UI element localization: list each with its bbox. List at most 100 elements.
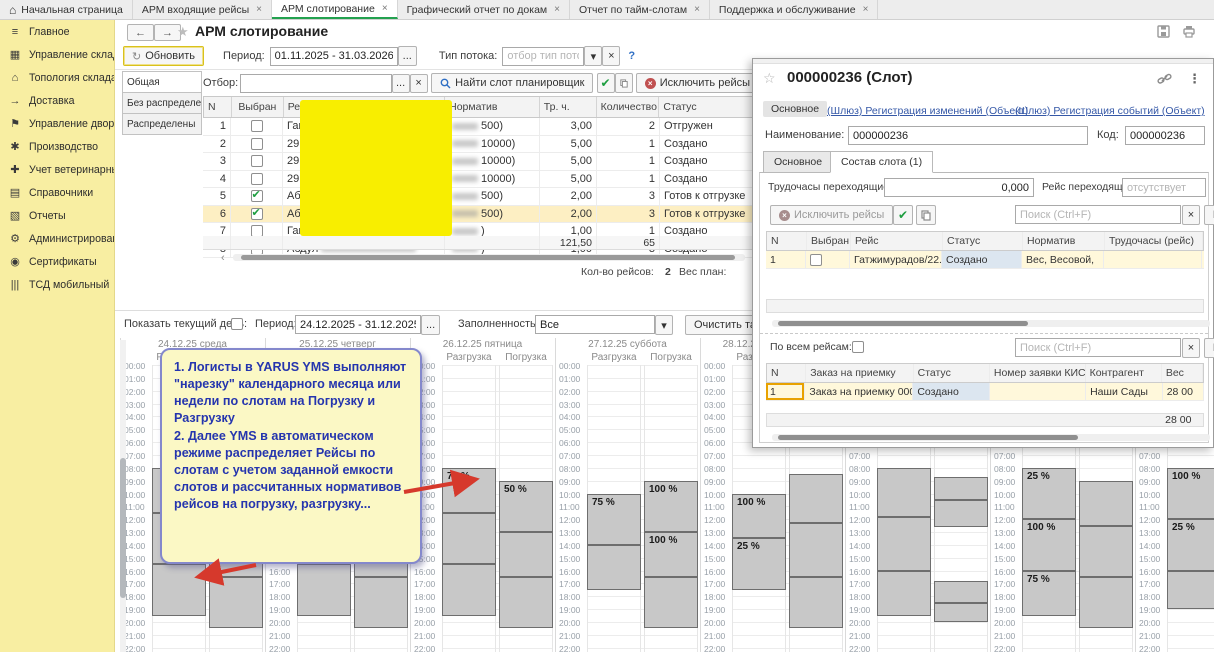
time-slot-block[interactable]: 100 % (732, 494, 786, 539)
time-slot-block[interactable] (934, 477, 988, 500)
window-tab-4[interactable]: Отчет по тайм-слотам× (570, 0, 710, 19)
time-slot-block[interactable] (499, 577, 553, 628)
row-checkbox[interactable] (810, 254, 822, 266)
time-slot-block[interactable]: 100 % (1022, 519, 1076, 570)
time-slot-block[interactable]: 75 % (1022, 571, 1076, 616)
sidebar-item-11[interactable]: |||ТСД мобильный (0, 273, 114, 296)
scroll-left-icon[interactable]: ‹ (221, 252, 225, 264)
trips-hscrollbar[interactable]: ‹ (233, 254, 745, 261)
sidebar-item-6[interactable]: ✚Учет ветеринарный (0, 158, 114, 181)
panel-clear-flags-button[interactable] (916, 205, 936, 225)
show-today-checkbox[interactable] (231, 318, 243, 330)
time-slot-block[interactable] (1167, 571, 1214, 610)
time-slot-block[interactable] (789, 474, 843, 523)
fill-dropdown[interactable]: ▾ (655, 315, 673, 335)
time-slot-block[interactable]: 100 % (1167, 468, 1214, 519)
period-picker-button[interactable]: ... (398, 46, 417, 66)
table-row[interactable]: 429.0110000)5,001Создано (203, 171, 759, 189)
sidebar-item-8[interactable]: ▧Отчеты (0, 204, 114, 227)
table-row[interactable]: 329.0110000)5,001Создано (203, 153, 759, 171)
panel-trips-hscrollbar[interactable] (772, 320, 1210, 327)
sidebar-item-0[interactable]: ≡Главное (0, 20, 114, 43)
panel-tab-main[interactable]: Основное (763, 151, 833, 173)
time-slot-block[interactable]: 75 % (587, 494, 641, 545)
time-slot-block[interactable] (442, 513, 496, 564)
filter-tab-2[interactable]: Распределены (122, 113, 202, 135)
time-slot-block[interactable] (644, 577, 698, 628)
time-slot-block[interactable]: 75 % (442, 468, 496, 513)
table-row[interactable]: 229.0110000)5,001Создано (203, 136, 759, 154)
time-slot-block[interactable] (209, 577, 263, 628)
panel-nav-events-link[interactable]: (Шлюз) Регистрация событий (Объект) (1015, 105, 1205, 117)
window-tab-1[interactable]: АРМ входящие рейсы× (133, 0, 272, 19)
time-slot-block[interactable] (877, 517, 931, 571)
panel-nav-changes-link[interactable]: (Шлюз) Регистрация изменений (Объект) (827, 105, 1028, 117)
row-checkbox[interactable] (251, 173, 263, 185)
sidebar-item-5[interactable]: ✱Производство (0, 135, 114, 158)
panel-trips-search-clear[interactable]: × (1182, 205, 1200, 225)
exclude-trips-button[interactable]: ×Исключить рейсы (636, 73, 759, 93)
tab-close-icon[interactable]: × (554, 4, 560, 15)
flow-clear-button[interactable]: × (602, 46, 620, 66)
filter-input[interactable] (240, 74, 392, 93)
time-slot-block[interactable] (442, 564, 496, 615)
sidebar-item-10[interactable]: ◉Сертификаты (0, 250, 114, 273)
help-link[interactable]: ? (628, 50, 635, 62)
find-slot-button[interactable]: Найти слот планировщик (431, 73, 593, 93)
period-input[interactable] (270, 47, 398, 66)
timeline-period-picker[interactable]: ... (421, 315, 440, 335)
panel-orders-search-clear[interactable]: × (1182, 338, 1200, 358)
window-tab-3[interactable]: Графический отчет по докам× (398, 0, 570, 19)
filter-clear-button[interactable]: × (410, 74, 428, 93)
code-input[interactable] (1125, 126, 1205, 145)
set-flags-button[interactable]: ✔ (597, 73, 615, 93)
panel-trips-more-button[interactable]: Еще (1204, 205, 1214, 225)
print-icon[interactable] (1182, 25, 1196, 38)
panel-exclude-trips-button[interactable]: ×Исключить рейсы (770, 205, 893, 225)
time-slot-block[interactable] (152, 564, 206, 615)
row-checkbox[interactable] (251, 120, 263, 132)
time-slot-block[interactable] (877, 571, 931, 616)
window-tab-0[interactable]: ⌂Начальная страница (0, 0, 133, 19)
panel-orders-more-button[interactable]: Еще (1204, 338, 1214, 358)
time-slot-block[interactable] (934, 581, 988, 603)
time-slot-block[interactable] (934, 500, 988, 527)
fill-select[interactable] (535, 315, 655, 334)
timeline-period-input[interactable] (295, 315, 421, 334)
sidebar-item-4[interactable]: ⚑Управление двором (0, 112, 114, 135)
window-tab-5[interactable]: Поддержка и обслуживание× (710, 0, 879, 19)
window-tab-2[interactable]: АРМ слотирование× (272, 0, 398, 19)
row-checkbox[interactable] (251, 155, 263, 167)
row-checkbox[interactable] (251, 190, 263, 202)
time-slot-block[interactable] (789, 523, 843, 577)
table-row[interactable]: 1Гатжимурадов/22...СозданоВес, Весовой, (766, 251, 1204, 269)
flow-type-select[interactable] (502, 47, 584, 66)
link-icon[interactable] (1157, 73, 1172, 86)
panel-star-icon[interactable]: ☆ (763, 70, 776, 87)
panel-grip[interactable] (753, 59, 1213, 64)
filter-tab-1[interactable]: Без распределения (122, 92, 202, 114)
calendar-vscrollbar[interactable] (120, 340, 126, 652)
table-row[interactable]: 5Абдул500)2,003Готов к отгрузке (203, 188, 759, 206)
time-slot-block[interactable] (789, 577, 843, 628)
tab-close-icon[interactable]: × (382, 3, 388, 14)
sidebar-item-1[interactable]: ▦Управление складом (0, 43, 114, 66)
favorite-star-icon[interactable]: ★ (177, 24, 189, 40)
sidebar-item-2[interactable]: ⌂Топология склада (0, 66, 114, 89)
time-slot-block[interactable] (354, 577, 408, 628)
filter-tab-0[interactable]: Общая (122, 71, 202, 93)
carry-trip-input[interactable] (1122, 178, 1206, 197)
save-icon[interactable] (1157, 25, 1170, 38)
sidebar-item-3[interactable]: →Доставка (0, 89, 114, 112)
panel-trips-search-input[interactable] (1015, 205, 1181, 224)
refresh-button[interactable]: ↻Обновить (123, 46, 204, 66)
filter-picker-button[interactable]: ... (392, 74, 410, 93)
table-row[interactable]: 1Ганич500)3,002Отгружен (203, 118, 759, 136)
sidebar-item-9[interactable]: ⚙Администрирование (0, 227, 114, 250)
panel-orders-search-input[interactable] (1015, 338, 1181, 357)
table-row[interactable]: 1Заказ на приемку 0000...СозданоНаши Сад… (766, 383, 1204, 401)
kebab-menu-icon[interactable]: ⋮ (1188, 71, 1201, 87)
tab-close-icon[interactable]: × (694, 4, 700, 15)
time-slot-block[interactable]: 25 % (1167, 519, 1214, 570)
sidebar-item-7[interactable]: ▤Справочники (0, 181, 114, 204)
